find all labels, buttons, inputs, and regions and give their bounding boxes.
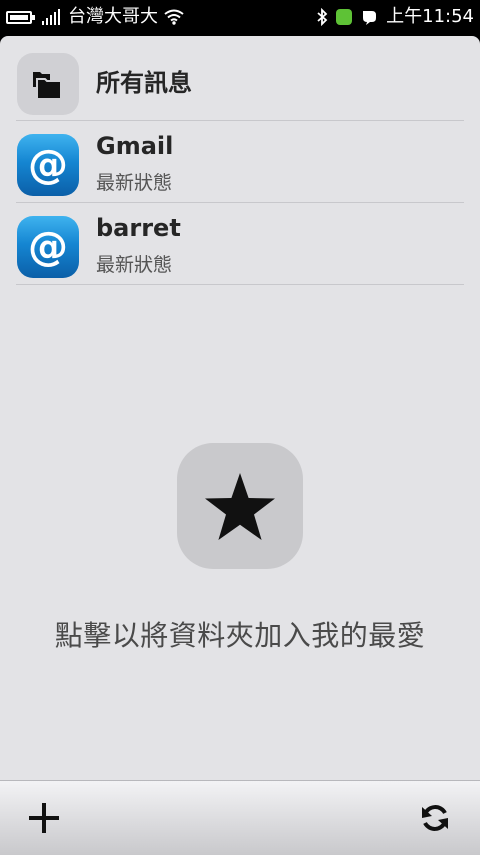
clock: 上午11:54 <box>386 6 474 27</box>
account-row-barret[interactable]: @ barret 最新狀態 <box>16 204 464 285</box>
svg-text:@: @ <box>28 224 68 270</box>
svg-text:@: @ <box>28 142 68 188</box>
account-row-gmail[interactable]: @ Gmail 最新狀態 <box>16 122 464 203</box>
star-icon <box>205 473 275 540</box>
status-left: 台灣大哥大 <box>6 6 184 28</box>
carrier-name: 台灣大哥大 <box>68 6 158 27</box>
all-messages-title: 所有訊息 <box>96 69 192 97</box>
signal-icon <box>42 9 60 25</box>
green-status-icon <box>336 9 353 25</box>
mail-account-panel: 所有訊息 @ Gmail 最新狀態 @ barret 最新狀態 點擊以將資料夾加… <box>0 36 480 780</box>
account-name: Gmail <box>96 132 174 160</box>
wifi-icon <box>164 9 184 25</box>
bottom-toolbar <box>0 780 480 855</box>
status-right: 上午11:54 <box>316 6 474 28</box>
bluetooth-icon <box>317 8 328 26</box>
all-messages-row[interactable]: 所有訊息 <box>16 40 464 121</box>
add-favorite-button[interactable] <box>177 443 303 569</box>
status-bar: 台灣大哥大 上午11:54 <box>0 0 480 34</box>
refresh-icon[interactable] <box>418 801 452 835</box>
folders-icon <box>17 53 79 115</box>
chat-icon <box>363 11 377 25</box>
account-name: barret <box>96 214 181 242</box>
battery-icon <box>6 10 35 24</box>
add-icon[interactable] <box>27 801 61 835</box>
favorites-hint: 點擊以將資料夾加入我的最愛 <box>54 619 426 652</box>
account-status: 最新狀態 <box>96 254 173 276</box>
at-icon: @ <box>17 134 79 196</box>
account-status: 最新狀態 <box>96 172 173 194</box>
at-icon: @ <box>17 216 79 278</box>
